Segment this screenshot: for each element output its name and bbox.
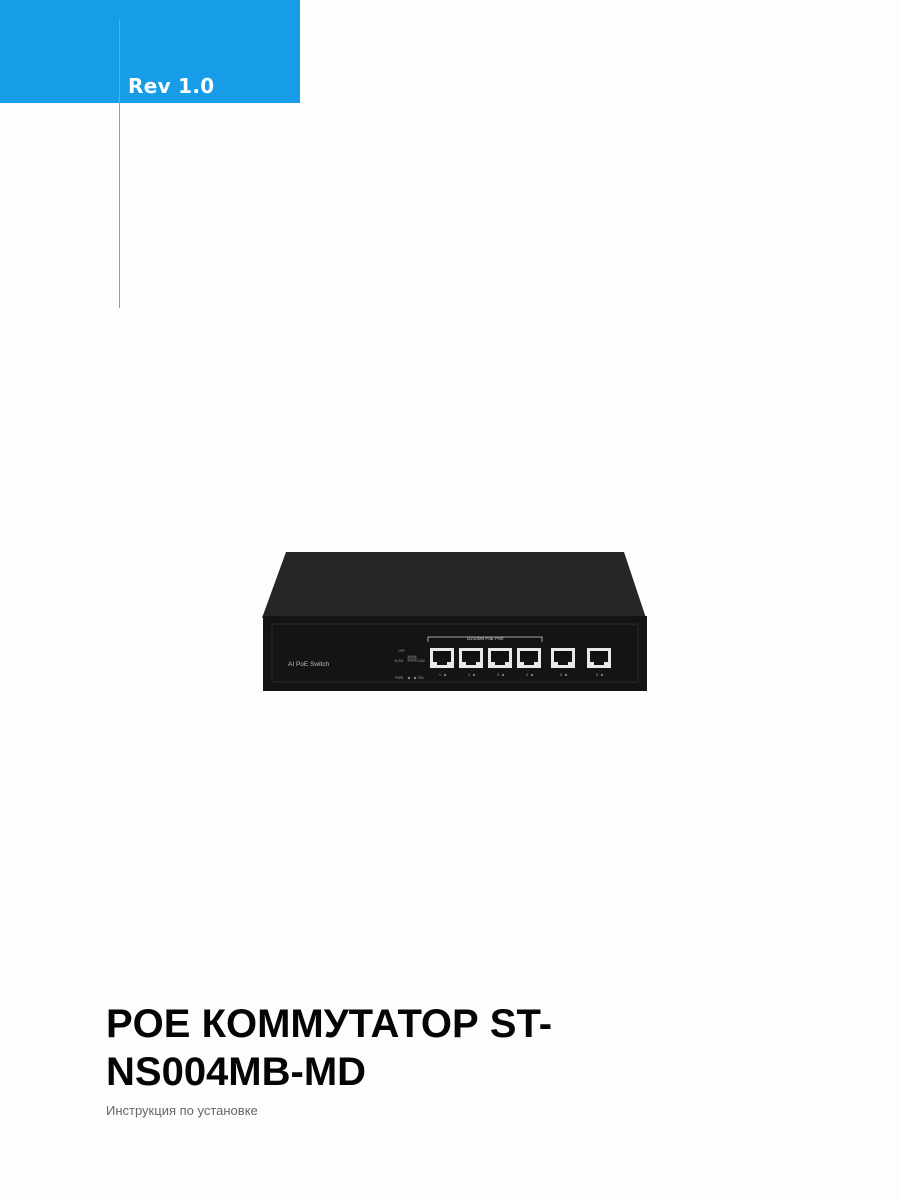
port-led <box>501 673 505 677</box>
port-number-label: 1 <box>439 673 441 677</box>
device-top-surface <box>262 552 646 618</box>
port-led <box>530 673 534 677</box>
port-number-label: 4 <box>526 673 528 677</box>
document-title: POE КОММУТАТОР ST- NS004MB-MD <box>106 1000 806 1096</box>
poe-switch-product-image: AI PoE Switch 10/100M PoE Port OFF VLAN … <box>262 552 647 691</box>
led-pwr <box>407 676 411 680</box>
led-sw <box>413 676 417 680</box>
device-brand-label: AI PoE Switch <box>288 661 330 668</box>
led-label-pwr: PWR <box>395 676 404 680</box>
port-led <box>564 673 568 677</box>
port-number-label: 6 <box>596 673 598 677</box>
switch-label-cam: CAM <box>417 659 425 663</box>
dip-switch <box>407 655 417 662</box>
port-group-label: 10/100M PoE Port <box>467 636 505 641</box>
port-led <box>443 673 447 677</box>
decorative-vertical-line <box>119 20 120 308</box>
port-led <box>472 673 476 677</box>
revision-label: Rev 1.0 <box>128 74 215 98</box>
led-label-sw: SW <box>418 676 424 680</box>
port-led <box>600 673 604 677</box>
switch-label-off: OFF <box>398 649 405 653</box>
cover-page: Rev 1.0 AI PoE Switch 10/100M PoE Port O… <box>0 0 900 1200</box>
switch-label-vlan: VLAN <box>394 659 404 663</box>
port-number-label: 5 <box>560 673 562 677</box>
port-number-label: 2 <box>468 673 470 677</box>
document-subtitle: Инструкция по установке <box>106 1103 258 1118</box>
document-title-line-2: NS004MB-MD <box>106 1050 367 1094</box>
document-title-line-1: POE КОММУТАТОР ST- <box>106 1002 553 1046</box>
port-number-label: 3 <box>497 673 499 677</box>
